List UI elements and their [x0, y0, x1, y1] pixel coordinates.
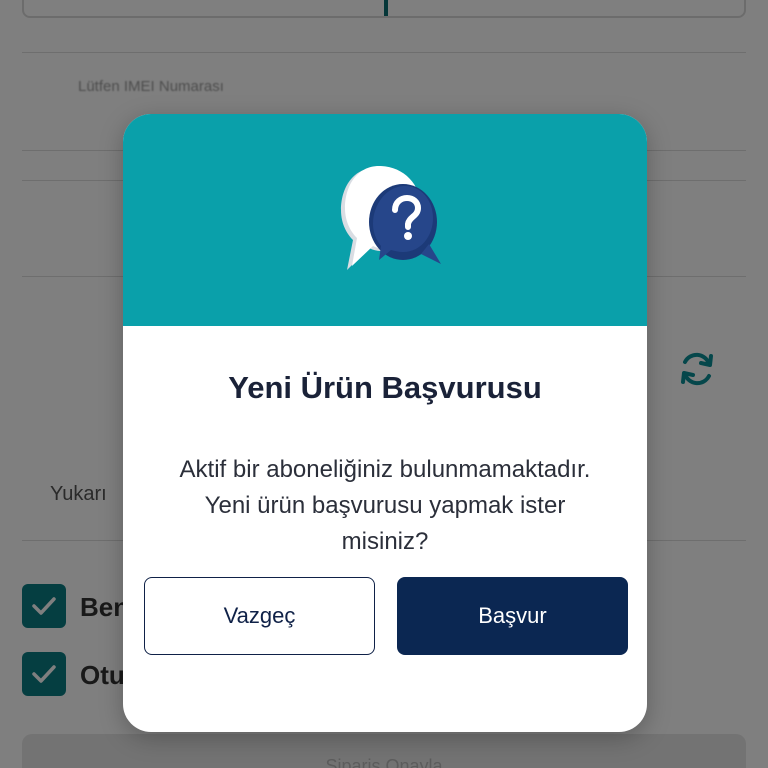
dialog-title: Yeni Ürün Başvurusu — [228, 370, 542, 405]
question-chat-bubble-icon — [341, 166, 441, 270]
dialog-message: Aktif bir aboneliğiniz bulunmamaktadır. … — [179, 456, 591, 555]
new-product-dialog: Yeni Ürün Başvurusu Aktif bir aboneliğin… — [123, 114, 647, 732]
apply-button[interactable]: Başvur — [397, 577, 628, 655]
cancel-button[interactable]: Vazgeç — [144, 577, 375, 655]
dialog-header — [123, 114, 647, 326]
